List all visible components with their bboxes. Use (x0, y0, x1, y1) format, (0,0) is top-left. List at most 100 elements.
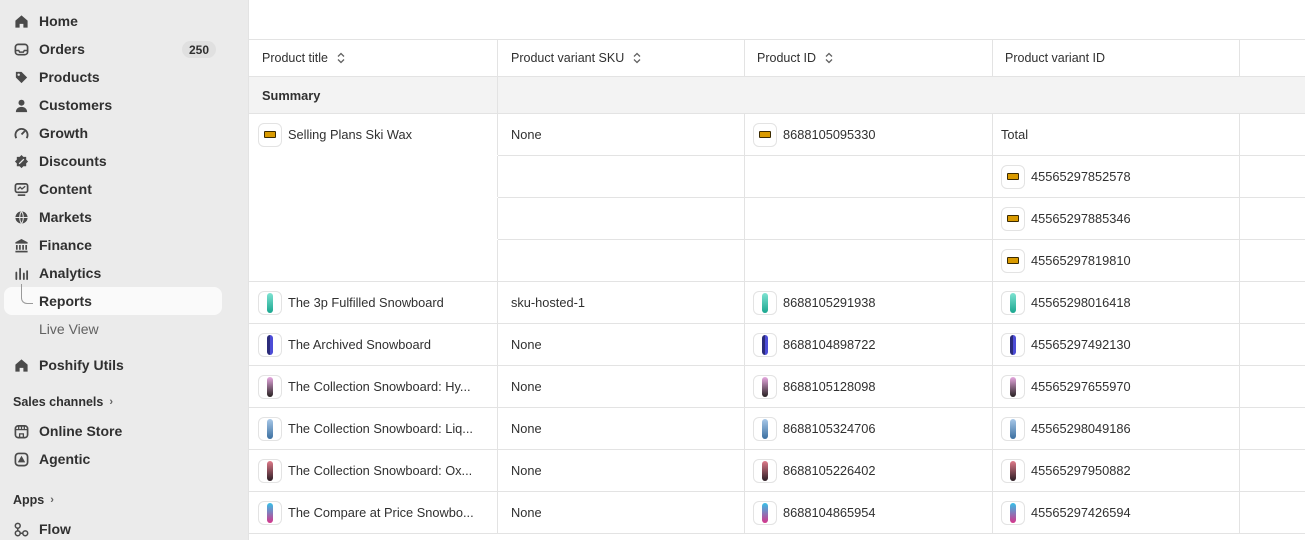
variant-sku: None (511, 463, 542, 478)
variant-id[interactable]: 45565297655970 (1031, 379, 1131, 394)
variant-id[interactable]: 45565297492130 (1031, 337, 1131, 352)
sidebar-item-reports[interactable]: Reports (4, 287, 222, 315)
variant-sku-cell: None (498, 114, 745, 155)
variant-sku-cell: None (498, 408, 745, 449)
sidebar-item-agentic[interactable]: Agentic (4, 445, 222, 473)
product-title[interactable]: The Collection Snowboard: Hy... (288, 379, 471, 394)
nav-connector (21, 284, 33, 304)
table-row[interactable]: The Archived Snowboard None 8688104898722 4… (249, 324, 1305, 366)
variant-id[interactable]: 45565297852578 (1031, 169, 1131, 184)
product-thumbnail (1001, 164, 1025, 189)
product-thumbnail (753, 500, 777, 525)
column-header-overflow (1240, 40, 1305, 76)
overflow-cell (1240, 366, 1305, 407)
sidebar-item-label: Finance (39, 237, 92, 253)
variant-id[interactable]: 45565298016418 (1031, 295, 1131, 310)
column-header[interactable]: Product variant ID (993, 40, 1240, 76)
variant-id-cell: 45565298049186 (993, 408, 1240, 449)
variant-id-cell: 45565297655970 (993, 366, 1240, 407)
sort-icon[interactable] (633, 52, 641, 64)
product-title-cell: The Collection Snowboard: Hy... (249, 366, 498, 407)
sidebar-item-customers[interactable]: Customers (4, 91, 222, 119)
column-header[interactable]: Product title (249, 40, 498, 76)
product-thumbnail (753, 416, 777, 441)
product-id[interactable]: 8688105291938 (783, 295, 876, 310)
table-row[interactable]: 45565297819810 (249, 240, 1305, 282)
product-title-cell: The Archived Snowboard (249, 324, 498, 365)
store-icon (13, 423, 29, 439)
product-title-cell (249, 240, 498, 281)
sidebar-item-products[interactable]: Products (4, 63, 222, 91)
sidebar-item-content[interactable]: Content (4, 175, 222, 203)
product-id-cell: 8688105128098 (745, 366, 993, 407)
product-title-cell: The Compare at Price Snowbo... (249, 492, 498, 533)
variant-id[interactable]: Total (1001, 127, 1028, 142)
product-title[interactable]: The Archived Snowboard (288, 337, 431, 352)
table-row[interactable]: The Collection Snowboard: Liq... None 8688… (249, 408, 1305, 450)
table-row[interactable]: The Compare at Price Snowbo... None 868810… (249, 492, 1305, 534)
product-id[interactable]: 8688105226402 (783, 463, 876, 478)
sidebar-item-label: Markets (39, 209, 92, 225)
sort-icon[interactable] (825, 52, 833, 64)
table-row[interactable]: The Collection Snowboard: Ox... None 86881… (249, 450, 1305, 492)
sidebar-item-growth[interactable]: Growth (4, 119, 222, 147)
product-id-cell (745, 156, 993, 197)
sidebar-item-finance[interactable]: Finance (4, 231, 222, 259)
product-id[interactable]: 8688105324706 (783, 421, 876, 436)
variant-id-cell: 45565297885346 (993, 198, 1240, 239)
product-id[interactable]: 8688104865954 (783, 505, 876, 520)
product-id[interactable]: 8688105128098 (783, 379, 876, 394)
discount-icon (13, 153, 29, 169)
product-title[interactable]: The Collection Snowboard: Ox... (288, 463, 472, 478)
product-thumbnail (1001, 374, 1025, 399)
sort-icon[interactable] (337, 52, 345, 64)
product-id-cell: 8688105095330 (745, 114, 993, 155)
product-title[interactable]: The Collection Snowboard: Liq... (288, 421, 473, 436)
product-thumbnail (1001, 416, 1025, 441)
product-title-cell: The Collection Snowboard: Ox... (249, 450, 498, 491)
product-title-cell: Selling Plans Ski Wax (249, 114, 498, 155)
variant-id[interactable]: 45565297950882 (1031, 463, 1131, 478)
apps-header[interactable]: Apps › (13, 493, 54, 507)
sidebar-item-orders[interactable]: Orders 250 (4, 35, 222, 63)
product-id[interactable]: 8688105095330 (783, 127, 876, 142)
variant-id[interactable]: 45565298049186 (1031, 421, 1131, 436)
main-content: Product title Product variant SKU Product … (248, 0, 1305, 540)
column-header[interactable]: Product ID (745, 40, 993, 76)
overflow-cell (1240, 240, 1305, 281)
variant-id[interactable]: 45565297426594 (1031, 505, 1131, 520)
sales-channels-header[interactable]: Sales channels › (13, 395, 113, 409)
sidebar-item-live-view[interactable]: Live View (4, 315, 222, 343)
sidebar-item-home[interactable]: Home (4, 7, 222, 35)
column-header-label: Product variant ID (1005, 51, 1106, 65)
variant-id[interactable]: 45565297819810 (1031, 253, 1131, 268)
product-id[interactable]: 8688104898722 (783, 337, 876, 352)
table-row[interactable]: Selling Plans Ski Wax None 8688105095330 To… (249, 114, 1305, 156)
table-row[interactable]: 45565297852578 (249, 156, 1305, 198)
variant-sku: sku-hosted-1 (511, 295, 585, 310)
variant-id[interactable]: 45565297885346 (1031, 211, 1131, 226)
sidebar-item-poshify-utils[interactable]: Poshify Utils (4, 351, 222, 379)
product-title[interactable]: The Compare at Price Snowbo... (288, 505, 474, 520)
product-title[interactable]: Selling Plans Ski Wax (288, 127, 412, 142)
person-icon (13, 97, 29, 113)
product-thumbnail (753, 458, 777, 483)
sidebar-item-discounts[interactable]: Discounts (4, 147, 222, 175)
table-row[interactable]: The 3p Fulfilled Snowboard sku-hosted-1 86… (249, 282, 1305, 324)
table-row[interactable]: 45565297885346 (249, 198, 1305, 240)
column-header[interactable]: Product variant SKU (498, 40, 745, 76)
table-row[interactable]: The Collection Snowboard: Hy... None 86881… (249, 366, 1305, 408)
product-thumbnail (753, 332, 777, 357)
sidebar-item-flow[interactable]: Flow (4, 515, 222, 540)
product-title[interactable]: The 3p Fulfilled Snowboard (288, 295, 444, 310)
sidebar-item-markets[interactable]: Markets (4, 203, 222, 231)
variant-sku-cell (498, 198, 745, 239)
summary-cell (498, 77, 745, 113)
sidebar-item-online-store[interactable]: Online Store (4, 417, 222, 445)
variant-sku-cell: None (498, 450, 745, 491)
variant-sku: None (511, 127, 542, 142)
chevron-right-icon: › (50, 494, 54, 506)
product-id-cell: 8688105324706 (745, 408, 993, 449)
flow-icon (13, 521, 29, 537)
sidebar-item-analytics[interactable]: Analytics (4, 259, 222, 287)
